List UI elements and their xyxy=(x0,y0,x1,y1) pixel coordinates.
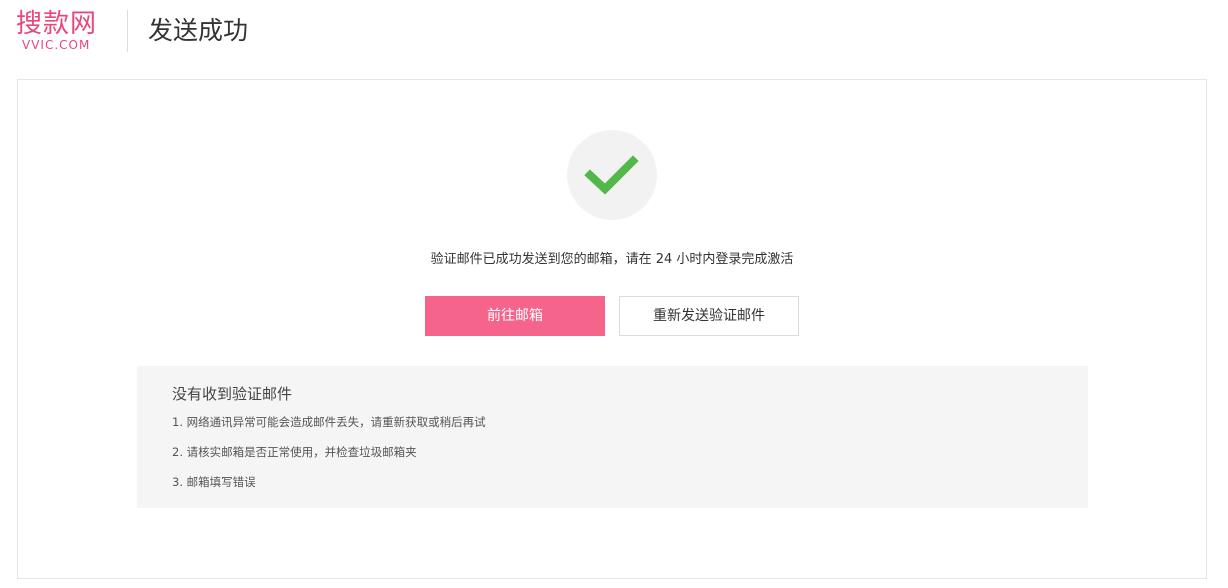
help-item: 1. 网络通讯异常可能会造成邮件丢失，请重新获取或稍后再试 xyxy=(172,415,486,429)
help-item: 3. 邮箱填写错误 xyxy=(172,475,256,489)
success-message: 验证邮件已成功发送到您的邮箱，请在 24 小时内登录完成激活 xyxy=(430,252,794,267)
result-card: 验证邮件已成功发送到您的邮箱，请在 24 小时内登录完成激活 前往邮箱 重新发送… xyxy=(17,79,1207,579)
success-icon-circle xyxy=(567,130,657,220)
help-box: 没有收到验证邮件 1. 网络通讯异常可能会造成邮件丢失，请重新获取或稍后再试 2… xyxy=(137,366,1088,508)
header-divider xyxy=(127,10,128,52)
help-item: 2. 请核实邮箱是否正常使用，并检查垃圾邮箱夹 xyxy=(172,445,417,459)
logo-text: 搜款网 xyxy=(16,9,98,39)
resend-email-button[interactable]: 重新发送验证邮件 xyxy=(619,296,799,336)
go-to-mailbox-button[interactable]: 前往邮箱 xyxy=(425,296,605,336)
help-title: 没有收到验证邮件 xyxy=(172,385,293,403)
logo-domain: VVIC.COM xyxy=(22,38,91,52)
site-logo[interactable]: 搜款网 VVIC.COM xyxy=(16,8,112,56)
page-title: 发送成功 xyxy=(148,16,249,45)
page-header: 搜款网 VVIC.COM 发送成功 xyxy=(0,0,1228,64)
check-icon xyxy=(584,155,639,195)
